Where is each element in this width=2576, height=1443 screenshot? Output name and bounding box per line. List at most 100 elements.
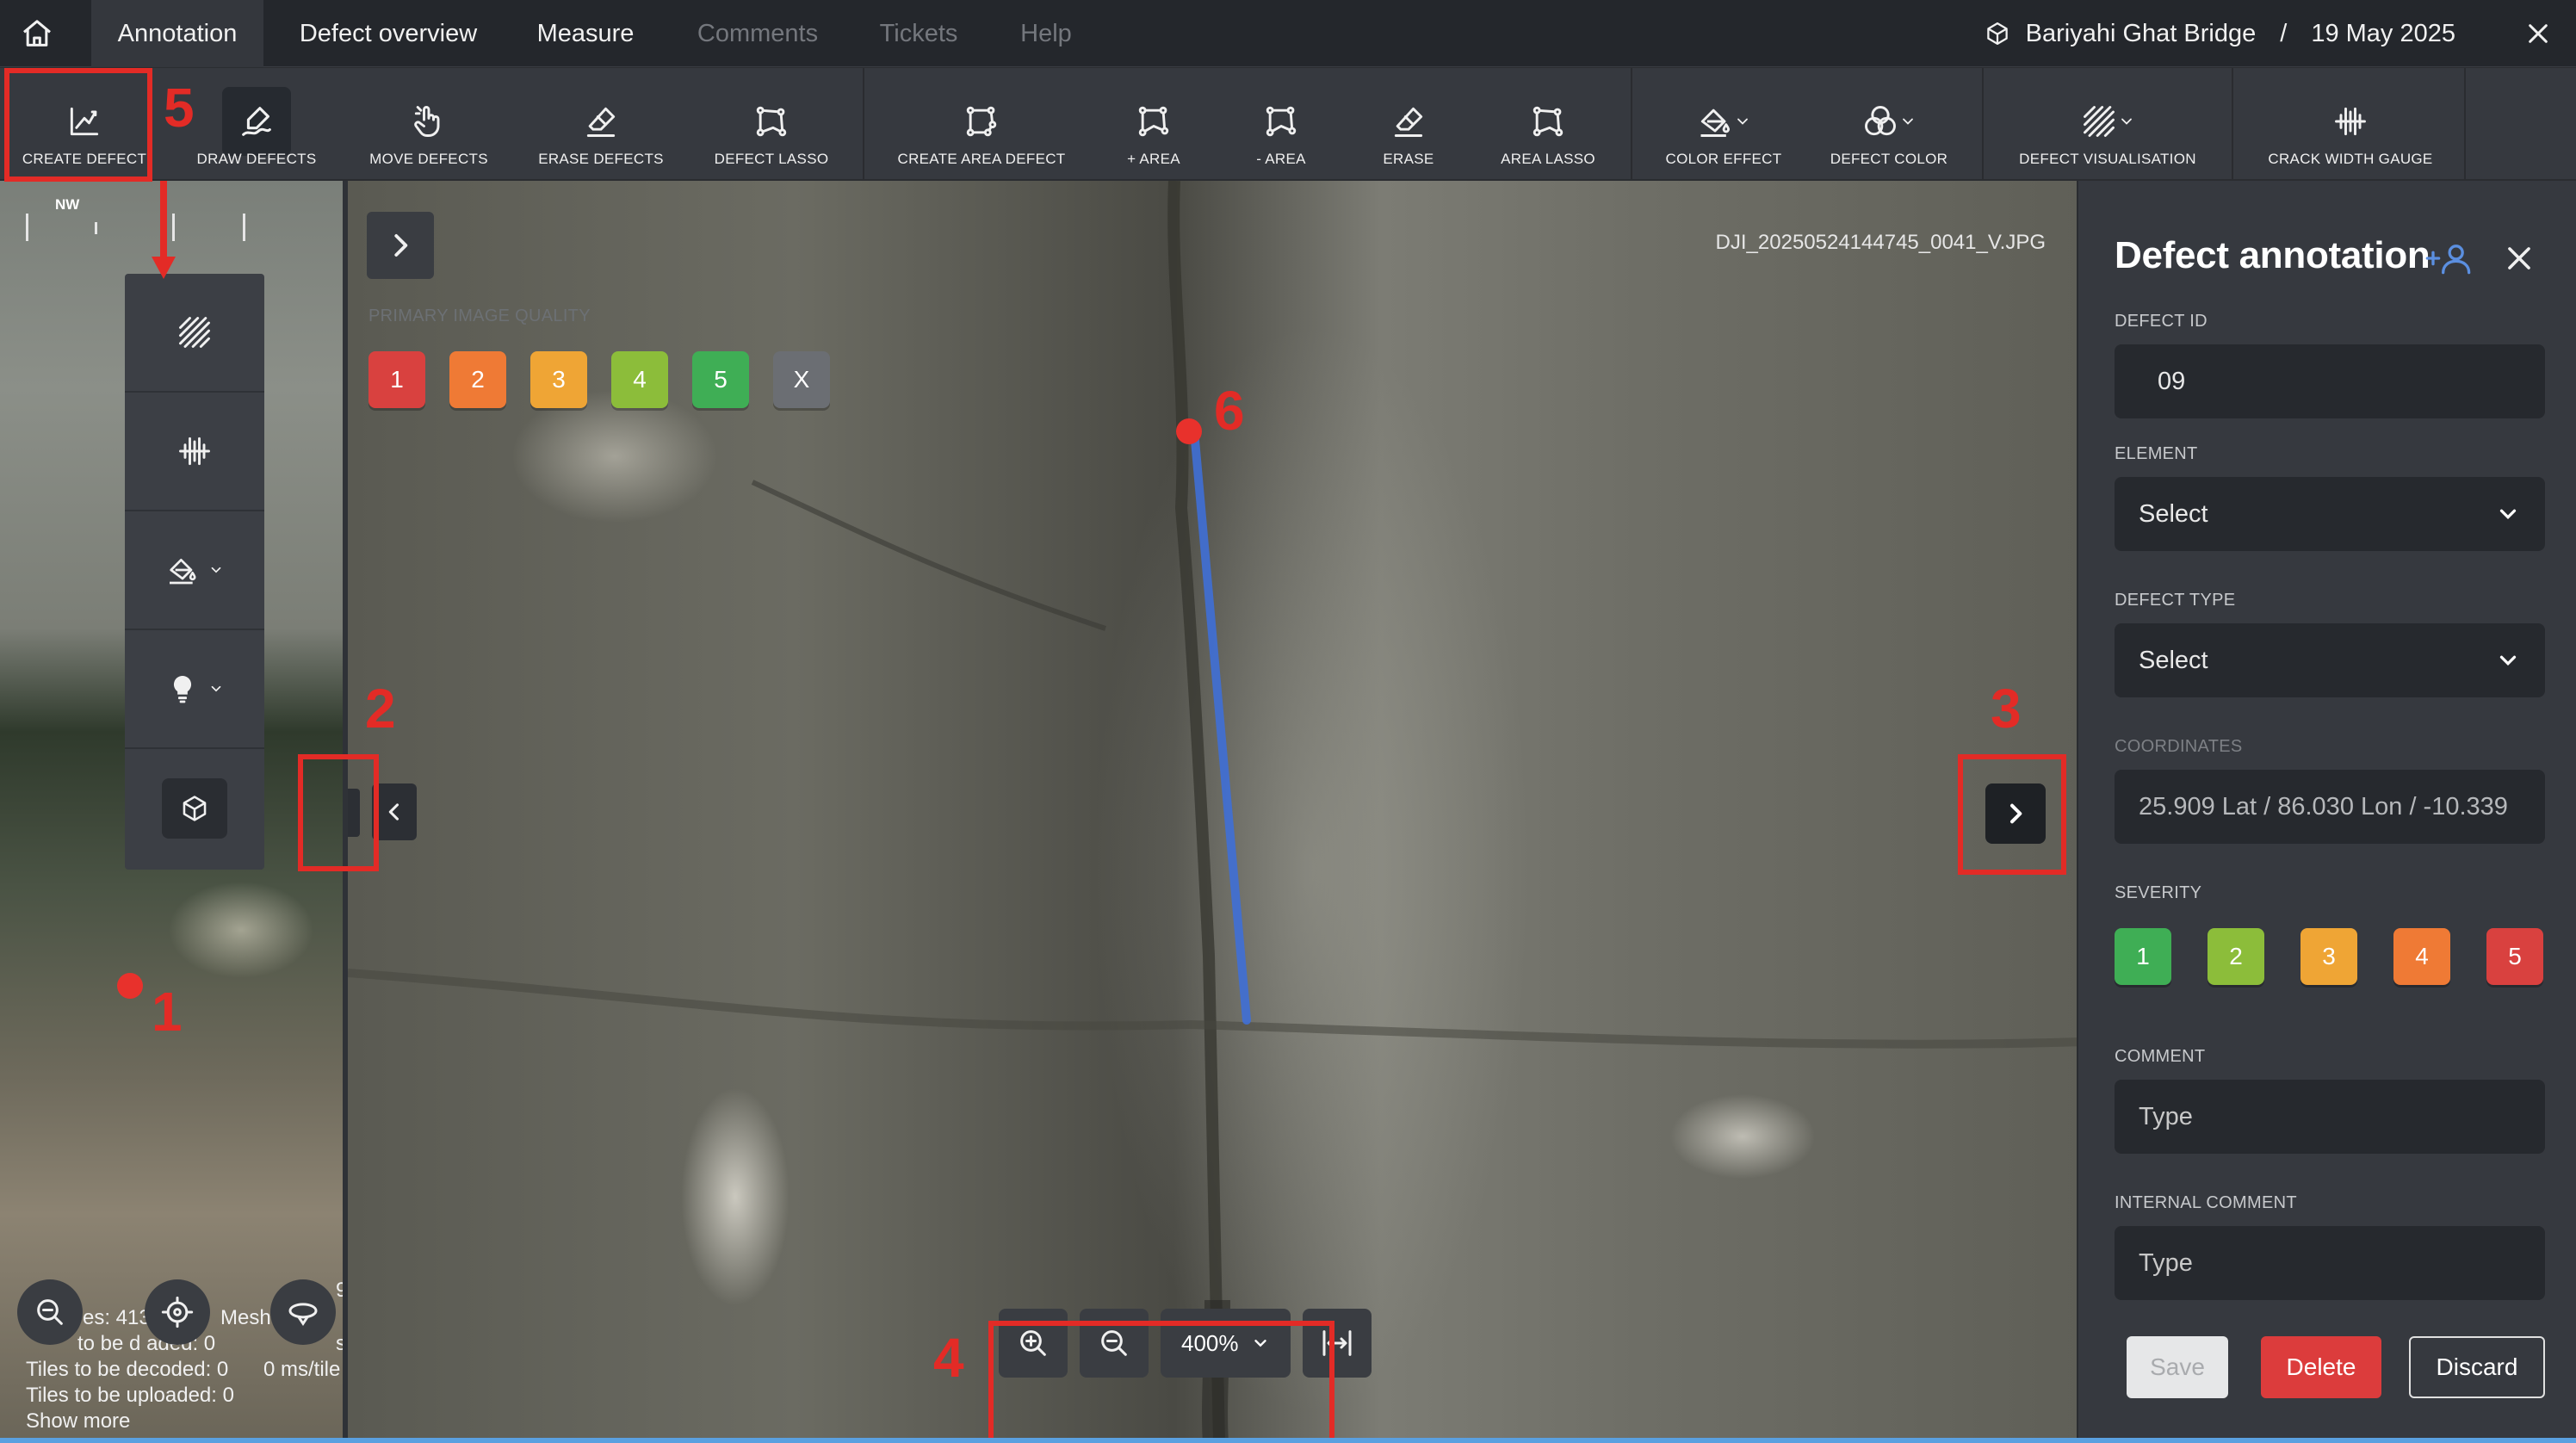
defect-type-select[interactable]: Select (2115, 623, 2545, 697)
home-button[interactable] (9, 0, 65, 67)
tab-comments[interactable]: Comments (680, 0, 835, 67)
quality-label: 3 (552, 366, 566, 393)
hatch-visualisation-button[interactable] (125, 274, 264, 393)
toolbar-divider (1631, 68, 1632, 180)
defect-color-tool[interactable]: DEFECT COLOR (1818, 68, 1960, 180)
delete-button[interactable]: Delete (2261, 1336, 2381, 1398)
tool-label: DRAW DEFECTS (196, 151, 317, 167)
chevron-right-icon (384, 229, 417, 262)
create-area-defect-tool[interactable]: CREATE AREA DEFECT (895, 68, 1068, 180)
severity-button-5[interactable]: 5 (2486, 928, 2543, 985)
model-3d-view[interactable]: NW es: 413 to be d aded: 0 Tiles to be d… (0, 181, 343, 1443)
severity-button-4[interactable]: 4 (2393, 928, 2450, 985)
compass-tick (243, 214, 245, 241)
tool-label: DEFECT LASSO (714, 151, 829, 167)
defect-lasso-tool[interactable]: DEFECT LASSO (696, 68, 847, 180)
zoom-out-3d-button[interactable] (17, 1279, 83, 1345)
cube-icon (1985, 21, 2010, 46)
chevron-down-icon (208, 681, 224, 697)
add-area-tool[interactable]: + AREA (1087, 68, 1221, 180)
area-add-icon (1119, 87, 1188, 156)
lighting-button[interactable] (125, 630, 264, 749)
quality-label: 4 (633, 366, 647, 393)
area-lasso-tool[interactable]: AREA LASSO (1481, 68, 1615, 180)
fill-bucket-icon (165, 553, 200, 587)
crack-width-gauge-tool[interactable]: CRACK WIDTH GAUGE (2247, 68, 2454, 180)
fill-effect-button[interactable] (125, 511, 264, 630)
area-subtract-icon (1247, 87, 1316, 156)
internal-comment-input[interactable]: Type (2115, 1226, 2545, 1300)
gauge-button[interactable] (125, 393, 264, 511)
defect-visualisation-tool[interactable]: DEFECT VISUALISATION (1992, 68, 2223, 180)
subtract-area-tool[interactable]: - AREA (1214, 68, 1348, 180)
expand-panel-button[interactable] (367, 212, 434, 279)
stats-line: 0 ms/tile (263, 1358, 341, 1381)
quality-button-5[interactable]: 5 (692, 351, 749, 408)
annotation-number-3: 3 (1991, 678, 2022, 740)
tool-label: ERASE DEFECTS (538, 151, 664, 167)
save-button[interactable]: Save (2127, 1336, 2228, 1398)
tab-annotation[interactable]: Annotation (91, 0, 263, 67)
color-effect-tool[interactable]: COLOR EFFECT (1653, 68, 1794, 180)
severity-label: SEVERITY (2115, 883, 2202, 902)
area-polygon-icon (947, 87, 1016, 156)
tool-label: CRACK WIDTH GAUGE (2268, 151, 2433, 167)
defect-polyline[interactable] (348, 181, 2077, 1443)
severity-button-3[interactable]: 3 (2300, 928, 2357, 985)
add-user-icon (2424, 241, 2476, 276)
quality-button-x[interactable]: X (773, 351, 830, 408)
annotation-box-3 (1958, 754, 2066, 875)
show-more-link[interactable]: Show more (26, 1409, 130, 1434)
tab-tickets[interactable]: Tickets (863, 0, 975, 67)
project-name[interactable]: Bariyahi Ghat Bridge (2026, 20, 2257, 48)
chevron-down-icon (2495, 647, 2521, 673)
tool-label: CREATE AREA DEFECT (897, 151, 1066, 167)
coordinates-value: 25.909 Lat / 86.030 Lon / -10.339 (2139, 792, 2508, 821)
tab-defect-overview[interactable]: Defect overview (281, 0, 496, 67)
locate-button[interactable] (145, 1279, 210, 1345)
home-icon (20, 16, 54, 51)
quality-label: 1 (390, 366, 404, 393)
annotation-number-4: 4 (933, 1327, 964, 1389)
close-panel-button[interactable] (2499, 238, 2540, 279)
quality-label: X (793, 366, 810, 393)
quality-button-4[interactable]: 4 (611, 351, 668, 408)
cube-view-button[interactable] (125, 749, 264, 868)
toolbar-divider (2232, 68, 2233, 180)
draw-defects-tool[interactable]: DRAW DEFECTS (181, 68, 332, 180)
toolbar-divider (863, 68, 864, 180)
quality-button-1[interactable]: 1 (368, 351, 425, 408)
move-defects-tool[interactable]: MOVE DEFECTS (353, 68, 505, 180)
discard-button[interactable]: Discard (2409, 1336, 2545, 1398)
image-viewer[interactable]: DJI_20250524144745_0041_V.JPG PRIMARY IM… (343, 181, 2077, 1443)
move-hand-icon (394, 87, 463, 156)
lightbulb-icon (165, 672, 200, 706)
hatch-icon (176, 313, 214, 351)
tab-help[interactable]: Help (999, 0, 1093, 67)
close-app-button[interactable] (2516, 11, 2561, 56)
compass-tick (95, 222, 97, 234)
quality-button-3[interactable]: 3 (530, 351, 587, 408)
assign-user-button[interactable] (2424, 241, 2476, 276)
severity-button-2[interactable]: 2 (2208, 928, 2264, 985)
element-select[interactable]: Select (2115, 477, 2545, 551)
compass-direction: NW (55, 196, 80, 213)
orbit-button[interactable] (270, 1279, 336, 1345)
tab-measure[interactable]: Measure (517, 0, 654, 67)
project-date[interactable]: 19 May 2025 (2311, 20, 2455, 48)
severity-value: 4 (2415, 943, 2429, 969)
stats-line: 9 h (336, 1279, 343, 1302)
erase-defects-tool[interactable]: ERASE DEFECTS (525, 68, 677, 180)
severity-button-1[interactable]: 1 (2115, 928, 2171, 985)
defect-annotation-panel: Defect annotation DEFECT ID 09 ELEMENT S… (2077, 181, 2576, 1443)
comment-input[interactable]: Type (2115, 1080, 2545, 1154)
erase-area-tool[interactable]: ERASE (1341, 68, 1476, 180)
project-breadcrumb: Bariyahi Ghat Bridge / 19 May 2025 (1985, 0, 2455, 67)
annotation-box-4 (988, 1321, 1334, 1443)
quality-button-2[interactable]: 2 (449, 351, 506, 408)
severity-value: 2 (2229, 943, 2243, 969)
toolbar: CREATE DEFECT DRAW DEFECTS MOVE DEFECTS … (0, 68, 2576, 180)
chevron-down-icon (2495, 501, 2521, 527)
stats-line: s/tile (336, 1332, 343, 1355)
tool-label: - AREA (1256, 151, 1306, 167)
